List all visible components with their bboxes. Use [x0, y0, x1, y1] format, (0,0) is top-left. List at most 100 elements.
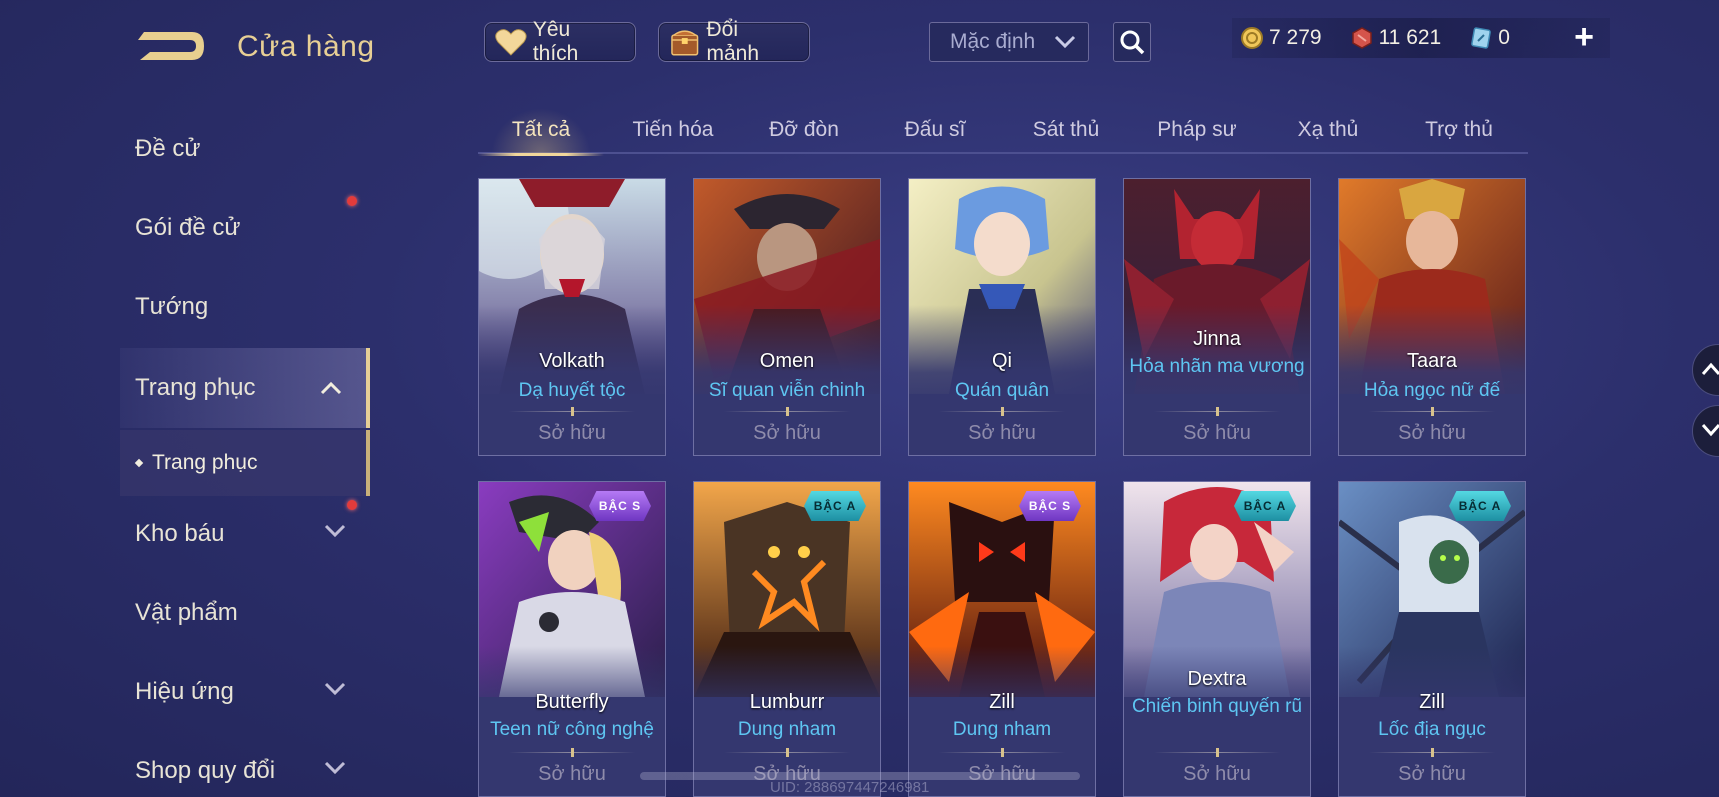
scroll-up-button[interactable] — [1692, 344, 1719, 396]
sort-value: Mặc định — [950, 30, 1036, 53]
sidebar-item-label: Đề cử — [135, 135, 201, 162]
top-bar: Cửa hàng Yêu thích Đổi mảnh Mặc định 7 2… — [0, 0, 1719, 90]
tab-tank[interactable]: Đỡ đòn — [741, 106, 867, 154]
card-divider — [509, 748, 635, 757]
chevron-down-icon — [1701, 424, 1719, 437]
uid-watermark: UID: 288697447246981 — [770, 779, 930, 796]
notification-dot — [347, 196, 357, 206]
gold-amount: 7 279 — [1269, 26, 1322, 49]
scroll-down-button[interactable] — [1692, 405, 1719, 457]
sidebar-item-label: Trang phục — [135, 374, 256, 401]
skin-name: Teen nữ công nghệ — [490, 719, 654, 740]
skin-card[interactable]: Qi Quán quân Sở hữu — [908, 178, 1096, 456]
chevron-down-icon — [324, 524, 346, 538]
back-arrow-icon — [138, 32, 204, 60]
skin-card[interactable]: BẬC A Dextra Chiến binh quyến rũ Sở hữu — [1123, 481, 1311, 797]
role-tabs: Tất cả Tiến hóa Đỡ đòn Đấu sĩ Sát thủ Ph… — [478, 106, 1528, 156]
hero-name: Zill — [989, 691, 1015, 713]
card-divider — [1369, 407, 1495, 416]
sidebar-item-heroes[interactable]: Tướng — [120, 270, 370, 344]
sidebar-item-label: Tướng — [135, 293, 209, 320]
card-divider — [1154, 748, 1280, 757]
tier-badge: BẬC A — [1234, 491, 1296, 521]
sidebar-item-items[interactable]: Vật phẩm — [120, 576, 370, 650]
skin-card[interactable]: BẬC A Lumburr Dung nham Sở hữu — [693, 481, 881, 797]
skin-card[interactable]: Volkath Dạ huyết tộc Sở hữu — [478, 178, 666, 456]
chevron-down-icon — [324, 682, 346, 696]
sidebar-item-label: Hiệu ứng — [135, 678, 234, 705]
hero-name: Jinna — [1193, 328, 1241, 350]
skin-name: Lốc địa ngục — [1378, 719, 1486, 740]
sidebar-item-label: Vật phẩm — [135, 599, 238, 626]
sort-select[interactable]: Mặc định — [929, 22, 1089, 62]
tab-support[interactable]: Trợ thủ — [1396, 106, 1522, 154]
skin-name: Dạ huyết tộc — [518, 380, 626, 401]
skin-card[interactable]: BẬC A Zill Lốc địa ngục Sở hữu — [1338, 481, 1526, 797]
page-title: Cửa hàng — [237, 30, 375, 63]
hero-name: Zill — [1419, 691, 1445, 713]
red-voucher-icon — [1351, 27, 1372, 49]
add-currency-button[interactable]: + — [1570, 20, 1598, 54]
owned-status: Sở hữu — [1183, 422, 1251, 444]
tab-mage[interactable]: Pháp sư — [1134, 106, 1260, 154]
owned-status: Sở hữu — [538, 763, 606, 785]
tab-fighter[interactable]: Đấu sĩ — [872, 106, 998, 154]
sidebar-item-recommended-bundles[interactable]: Gói đề cử — [120, 191, 370, 265]
chevron-up-icon — [320, 381, 342, 395]
sidebar-item-exchange-shop[interactable]: Shop quy đổi — [120, 734, 370, 797]
skin-name: Hỏa nhãn ma vương — [1129, 356, 1305, 377]
hero-name: Omen — [759, 350, 815, 372]
tier-badge: BẬC A — [1449, 491, 1511, 521]
owned-status: Sở hữu — [538, 422, 606, 444]
hero-name: Dextra — [1187, 668, 1247, 690]
tier-badge: BẬC S — [589, 491, 651, 521]
owned-status: Sở hữu — [1398, 763, 1466, 785]
search-icon — [1120, 30, 1145, 55]
chevron-down-icon — [1054, 35, 1076, 49]
skin-card[interactable]: BẬC S Butterfly Teen nữ công nghệ Sở hữu — [478, 481, 666, 797]
token-currency: 0 — [1469, 26, 1510, 50]
sidebar-subitem-skins[interactable]: Trang phục — [120, 430, 370, 496]
voucher-amount: 11 621 — [1378, 26, 1442, 49]
blue-token-icon — [1471, 27, 1492, 49]
back-button[interactable] — [130, 22, 208, 70]
hero-name: Butterfly — [535, 691, 609, 713]
skin-card[interactable]: Omen Sĩ quan viễn chinh Sở hữu — [693, 178, 881, 456]
hero-name: Qi — [992, 350, 1012, 372]
tab-all[interactable]: Tất cả — [478, 106, 604, 156]
owned-status: Sở hữu — [968, 422, 1036, 444]
sidebar-item-label: Kho báu — [135, 520, 225, 547]
skin-card[interactable]: Taara Hỏa ngọc nữ đế Sở hữu — [1338, 178, 1526, 456]
favorite-label: Yêu thích — [532, 18, 579, 65]
tab-evolution[interactable]: Tiến hóa — [610, 106, 736, 154]
currency-bar: 7 279 11 621 0 — [1232, 18, 1610, 58]
skin-name: Chiến binh quyến rũ — [1131, 696, 1303, 717]
card-divider — [939, 407, 1065, 416]
hero-name: Taara — [1406, 350, 1458, 372]
gold-currency: 7 279 — [1240, 26, 1322, 50]
chevron-up-icon — [1701, 362, 1719, 375]
skin-name: Quán quân — [954, 380, 1050, 401]
voucher-currency: 11 621 — [1350, 26, 1442, 50]
bullet-icon — [134, 458, 144, 468]
owned-status: Sở hữu — [1183, 763, 1251, 785]
skin-card[interactable]: BẬC S Zill Dung nham Sở hữu — [908, 481, 1096, 797]
skin-name: Dung nham — [952, 719, 1052, 740]
heart-icon — [495, 29, 527, 56]
sidebar-item-effects[interactable]: Hiệu ứng — [120, 655, 370, 729]
skin-card[interactable]: Jinna Hỏa nhãn ma vương Sở hữu — [1123, 178, 1311, 456]
card-divider — [1154, 407, 1280, 416]
search-button[interactable] — [1113, 22, 1151, 62]
sidebar-item-treasure[interactable]: Kho báu — [120, 497, 370, 571]
tab-marksman[interactable]: Xạ thủ — [1265, 106, 1391, 154]
sidebar-item-recommended[interactable]: Đề cử — [120, 112, 370, 186]
treasure-chest-icon — [671, 30, 699, 56]
card-divider — [939, 748, 1065, 757]
exchange-fragments-button[interactable]: Đổi mảnh — [658, 18, 810, 65]
favorite-button[interactable]: Yêu thích — [484, 18, 636, 65]
chevron-down-icon — [324, 761, 346, 775]
tab-assassin[interactable]: Sát thủ — [1003, 106, 1129, 154]
owned-status: Sở hữu — [753, 422, 821, 444]
sidebar-item-skins[interactable]: Trang phục — [120, 348, 370, 428]
card-divider — [1369, 748, 1495, 757]
